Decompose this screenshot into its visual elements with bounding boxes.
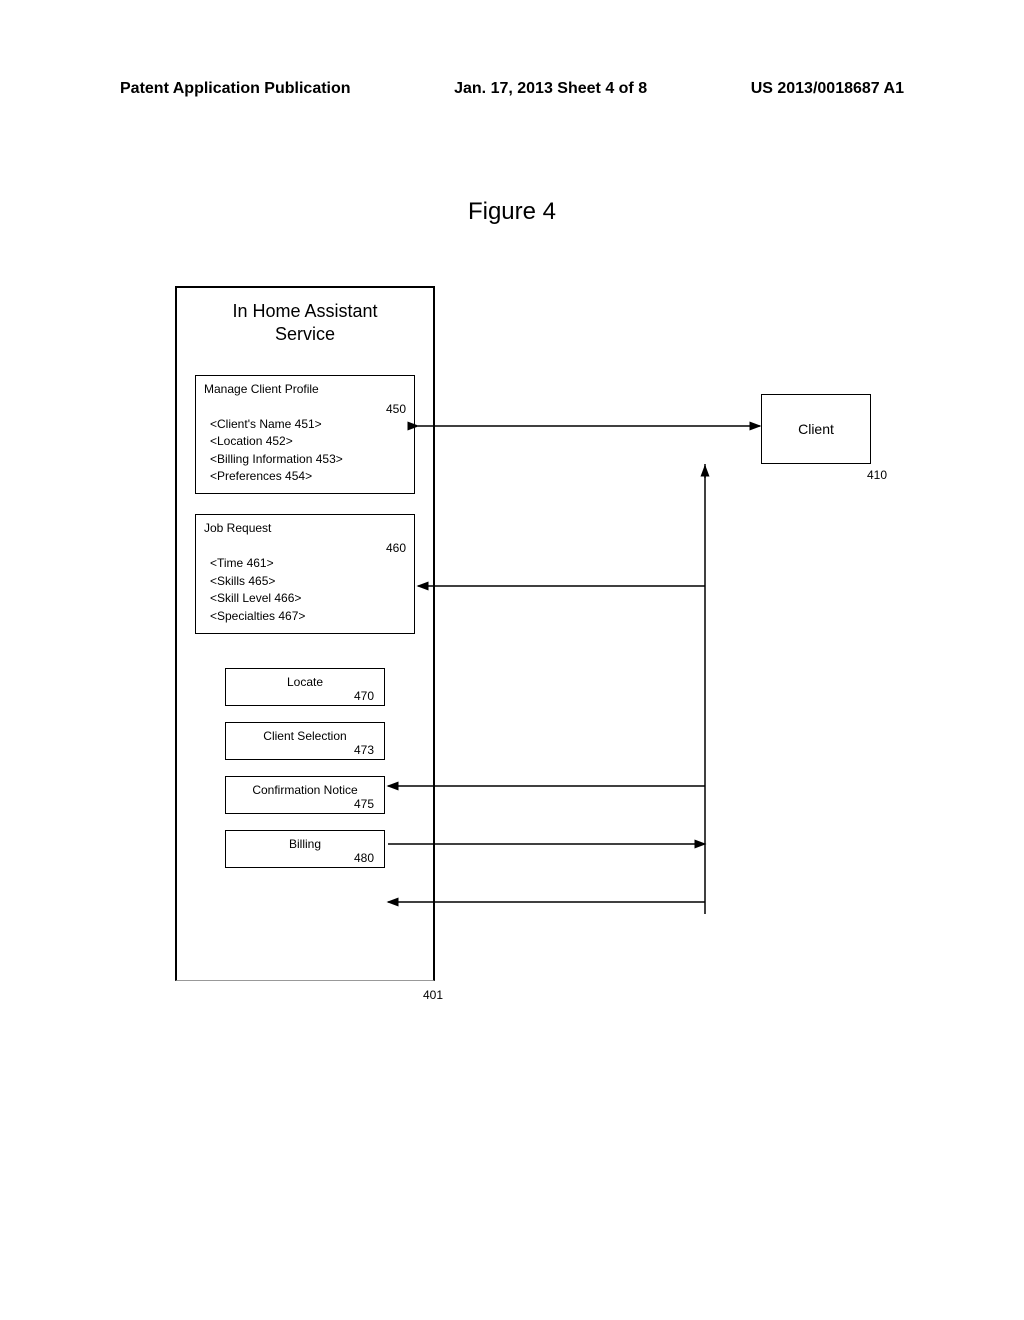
profile-fields: <Client's Name 451> <Location 452> <Bill… <box>204 416 406 486</box>
profile-field: <Location 452> <box>210 433 406 450</box>
job-field: <Skill Level 466> <box>210 590 406 607</box>
header-center: Jan. 17, 2013 Sheet 4 of 8 <box>454 80 647 98</box>
confirmation-box: Confirmation Notice 475 <box>225 776 385 814</box>
profile-box-title: Manage Client Profile <box>204 382 319 396</box>
billing-label: Billing <box>230 837 380 851</box>
job-box-num: 460 <box>204 541 406 555</box>
confirm-label: Confirmation Notice <box>230 783 380 797</box>
client-label: Client <box>798 421 834 437</box>
job-box-title: Job Request <box>204 521 271 535</box>
figure-title: Figure 4 <box>0 198 1024 226</box>
selection-num: 473 <box>230 743 380 757</box>
service-ref: 401 <box>423 988 443 1002</box>
service-title-line1: In Home Assistant <box>232 301 377 321</box>
locate-num: 470 <box>230 689 380 703</box>
profile-field: <Client's Name 451> <box>210 416 406 433</box>
confirm-num: 475 <box>230 797 380 811</box>
job-request-box: Job Request 460 <Time 461> <Skills 465> … <box>195 514 415 634</box>
profile-field: <Preferences 454> <box>210 468 406 485</box>
billing-num: 480 <box>230 851 380 865</box>
job-field: <Specialties 467> <box>210 608 406 625</box>
profile-field: <Billing Information 453> <box>210 451 406 468</box>
page-header: Patent Application Publication Jan. 17, … <box>0 0 1024 98</box>
diagram: In Home Assistant Service Manage Client … <box>175 286 875 1006</box>
header-left: Patent Application Publication <box>120 80 351 98</box>
profile-box-num: 450 <box>204 402 406 416</box>
service-container: In Home Assistant Service Manage Client … <box>175 286 435 981</box>
client-ref: 410 <box>867 468 887 482</box>
job-fields: <Time 461> <Skills 465> <Skill Level 466… <box>204 555 406 625</box>
job-field: <Time 461> <box>210 555 406 572</box>
client-box: Client <box>761 394 871 464</box>
service-title: In Home Assistant Service <box>195 300 415 347</box>
locate-label: Locate <box>230 675 380 689</box>
service-title-line2: Service <box>275 324 335 344</box>
selection-label: Client Selection <box>230 729 380 743</box>
billing-box: Billing 480 <box>225 830 385 868</box>
header-right: US 2013/0018687 A1 <box>751 80 904 98</box>
locate-box: Locate 470 <box>225 668 385 706</box>
manage-client-profile-box: Manage Client Profile 450 <Client's Name… <box>195 375 415 495</box>
client-selection-box: Client Selection 473 <box>225 722 385 760</box>
job-field: <Skills 465> <box>210 573 406 590</box>
